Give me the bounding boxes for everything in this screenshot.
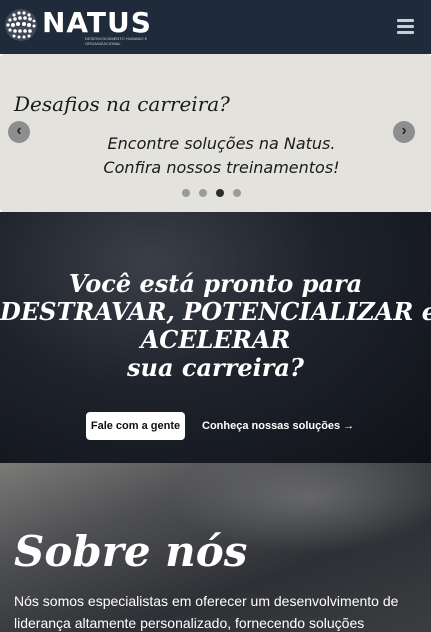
- carousel-slide-title: Desafios na carreira?: [14, 92, 230, 116]
- hero-carousel: Desafios na carreira? Encontre soluções …: [0, 54, 431, 212]
- carousel-slide-line-1: Encontre soluções na Natus.: [107, 134, 336, 153]
- hero-heading-line-4: sua carreira?: [127, 353, 304, 382]
- contact-button[interactable]: Fale com a gente: [86, 412, 185, 440]
- navbar: NATUS DESENVOLVIMENTO HUMANO E ORGANIZAC…: [0, 0, 431, 54]
- carousel-slide-line-2: Confira nossos treinamentos!: [103, 158, 340, 177]
- hero-heading: Você está pronto para DESTRAVAR, POTENCI…: [0, 270, 431, 382]
- about-section: Sobre nós Nós somos especialistas em ofe…: [0, 463, 431, 632]
- about-title: Sobre nós: [14, 527, 248, 576]
- carousel-dot[interactable]: [199, 189, 207, 197]
- hero-section: Você está pronto para DESTRAVAR, POTENCI…: [0, 212, 431, 463]
- solutions-link[interactable]: Conheça nossas soluções →: [202, 412, 354, 440]
- carousel-next-button[interactable]: ›: [393, 121, 415, 143]
- hero-heading-line-1: Você está pronto para: [68, 269, 363, 298]
- hero-heading-line-3: ACELERAR: [140, 325, 291, 354]
- about-text: Nós somos especialistas em oferecer um d…: [14, 593, 399, 631]
- carousel-dot[interactable]: [216, 189, 224, 197]
- carousel-dot[interactable]: [233, 189, 241, 197]
- carousel-slide-text: Encontre soluções na Natus. Confira noss…: [0, 132, 431, 180]
- carousel-dot[interactable]: [182, 189, 190, 197]
- brand-tagline: DESENVOLVIMENTO HUMANO E ORGANIZACIONAL: [85, 36, 148, 46]
- carousel-prev-button[interactable]: ‹: [8, 121, 30, 143]
- globe-dots-icon: [5, 9, 37, 41]
- carousel-indicators: [182, 189, 250, 197]
- hero-heading-line-2: DESTRAVAR, POTENCIALIZAR e: [0, 297, 431, 326]
- hamburger-menu-icon[interactable]: [397, 19, 414, 34]
- brand-name: NATUS: [42, 6, 152, 39]
- brand-logo[interactable]: NATUS DESENVOLVIMENTO HUMANO E ORGANIZAC…: [3, 6, 153, 48]
